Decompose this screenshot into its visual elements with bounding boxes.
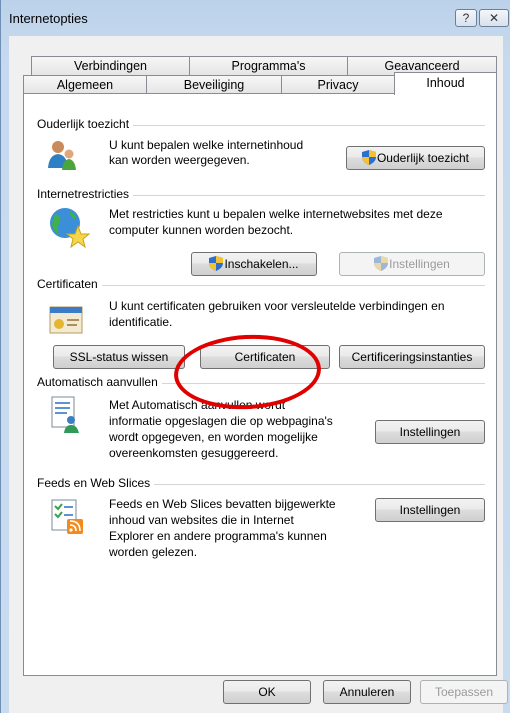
feeds-settings-button[interactable]: Instellingen xyxy=(375,498,485,522)
autocomplete-description-4: overeenkomsten gesuggereerd. xyxy=(109,446,279,460)
window-title: Internetopties xyxy=(9,11,88,26)
section-title-feeds: Feeds en Web Slices xyxy=(37,476,155,490)
dialog-window: Internetopties ? ✕ Verbindingen Programm… xyxy=(0,0,510,713)
parental-description-2: kan worden weergegeven. xyxy=(109,153,250,167)
autocomplete-description-2: informatie opgeslagen die op webpagina's xyxy=(109,414,333,428)
restrictions-description-2: computer kunnen worden bezocht. xyxy=(109,223,294,237)
feeds-icon xyxy=(51,499,83,534)
autocomplete-description-3: wordt opgegeven, en worden mogelijke xyxy=(109,430,318,444)
parental-control-button-label: Ouderlijk toezicht xyxy=(376,151,470,165)
certificates-description-1: U kunt certificaten gebruiken voor versl… xyxy=(109,299,445,313)
parental-control-icon xyxy=(48,141,76,170)
autocomplete-settings-button[interactable]: Instellingen xyxy=(375,420,485,444)
tab-programmas[interactable]: Programma's xyxy=(189,56,348,75)
apply-button[interactable]: Toepassen xyxy=(420,680,508,704)
certificate-authorities-button[interactable]: Certificeringsinstanties xyxy=(339,345,485,369)
help-button[interactable]: ? xyxy=(455,9,477,27)
tab-inhoud[interactable]: Inhoud xyxy=(394,72,497,95)
title-bar[interactable]: Internetopties ? ✕ xyxy=(1,0,510,36)
certificate-icon xyxy=(49,306,83,334)
ok-button[interactable]: OK xyxy=(223,680,311,704)
feeds-description-4: worden gelezen. xyxy=(109,545,198,559)
enable-restrictions-label: Inschakelen... xyxy=(224,257,299,271)
shield-icon xyxy=(374,256,389,271)
shield-icon xyxy=(209,256,224,271)
restrictions-settings-label: Instellingen xyxy=(389,257,450,271)
globe-star-icon xyxy=(50,208,91,248)
section-title-parental: Ouderlijk toezicht xyxy=(37,117,134,131)
certificates-description-2: identificatie. xyxy=(109,315,173,329)
tab-beveiliging[interactable]: Beveiliging xyxy=(146,75,282,94)
restrictions-settings-button[interactable]: Instellingen xyxy=(339,252,485,276)
enable-restrictions-button[interactable]: Inschakelen... xyxy=(191,252,317,276)
autocomplete-icon xyxy=(51,396,79,433)
close-button[interactable]: ✕ xyxy=(479,9,509,27)
section-divider xyxy=(39,285,485,286)
parental-description-1: U kunt bepalen welke internetinhoud xyxy=(109,138,304,152)
section-title-autocomplete: Automatisch aanvullen xyxy=(37,375,162,389)
tab-verbindingen[interactable]: Verbindingen xyxy=(31,56,190,75)
clear-ssl-state-button[interactable]: SSL-status wissen xyxy=(53,345,185,369)
feeds-description-2: inhoud van websites die in Internet xyxy=(109,513,294,527)
shield-icon xyxy=(361,150,376,165)
tab-privacy[interactable]: Privacy xyxy=(281,75,395,94)
restrictions-description-1: Met restricties kunt u bepalen welke int… xyxy=(109,207,443,221)
feeds-description-3: Explorer en andere programma's kunnen xyxy=(109,529,327,543)
tab-algemeen[interactable]: Algemeen xyxy=(23,75,147,94)
parental-control-button[interactable]: Ouderlijk toezicht xyxy=(346,146,485,170)
feeds-description-1: Feeds en Web Slices bevatten bijgewerkte xyxy=(109,497,336,511)
section-title-restrictions: Internetrestricties xyxy=(37,187,134,201)
cancel-button[interactable]: Annuleren xyxy=(323,680,411,704)
section-title-certificates: Certificaten xyxy=(37,277,102,291)
